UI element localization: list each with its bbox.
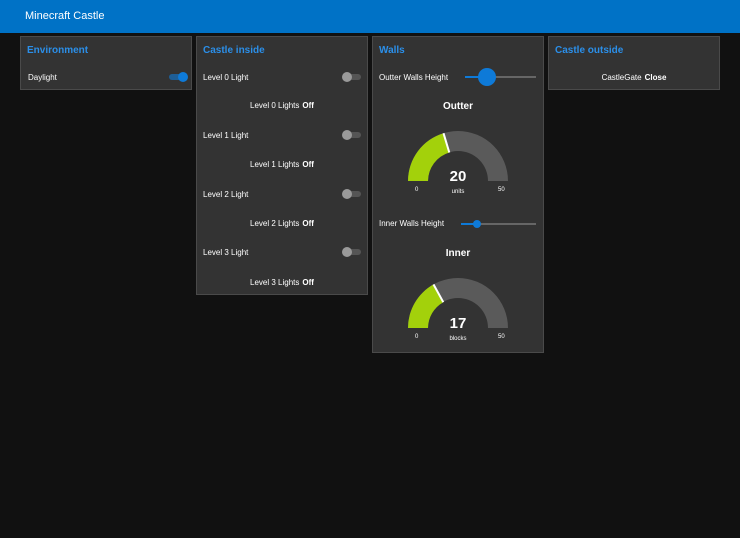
castle-outside-title: Castle outside [555,45,624,56]
level-3-light-switch[interactable] [342,247,361,257]
gauge-min: 0 [415,187,419,193]
switch-knob [342,189,352,199]
outer-walls-height-label: Outter Walls Height [379,73,449,82]
gauge-unit: units [451,189,465,195]
environment-card: Environment Daylight [20,36,192,90]
castle-inside-title: Castle inside [203,45,265,56]
gauge-title: Inner [445,248,471,259]
status-label: Level 2 Lights [250,219,300,228]
inner-walls-height-slider[interactable] [461,220,536,228]
level-2-light-label: Level 2 Light [203,190,249,199]
level-3-lights-status: Level 3 Lights Off [197,278,367,287]
slider-thumb[interactable] [478,68,496,86]
status-value: Close [644,73,667,82]
switch-knob [342,72,352,82]
walls-title: Walls [379,45,405,56]
status-label: Level 0 Lights [250,101,300,110]
gauge-title: Outter [443,101,473,112]
status-value: Off [302,160,314,169]
level-3-light-label: Level 3 Light [203,248,249,257]
daylight-switch[interactable] [169,72,188,82]
switch-knob [178,72,188,82]
switch-knob [342,130,352,140]
level-0-light-label: Level 0 Light [203,73,249,82]
gauge-unit: blocks [449,336,467,342]
inner-walls-gauge: Inner 17 blocks 0 50 [373,244,543,344]
app-title: Minecraft Castle [25,10,105,22]
level-1-light-label: Level 1 Light [203,131,249,140]
status-label: Level 1 Lights [250,160,300,169]
gauge-max: 50 [498,187,505,193]
castle-outside-card: Castle outside CastleGate Close [548,36,720,90]
level-0-light-switch[interactable] [342,72,361,82]
status-value: Off [302,278,314,287]
gauge-value: 20 [449,168,467,185]
status-value: Off [302,219,314,228]
inner-walls-height-label: Inner Walls Height [379,219,445,228]
walls-card: Walls Outter Walls Height Outter 20 unit… [372,36,544,353]
daylight-label: Daylight [28,73,57,82]
environment-title: Environment [27,45,89,56]
app-header: Minecraft Castle [0,0,740,33]
castle-inside-card: Castle inside Level 0 Light Level 0 Ligh… [196,36,368,295]
status-label: Level 3 Lights [250,278,300,287]
gauge-max: 50 [498,334,505,340]
level-1-light-switch[interactable] [342,130,361,140]
level-0-lights-status: Level 0 Lights Off [197,101,367,110]
gauge-value: 17 [449,315,467,332]
outer-walls-height-slider[interactable] [465,68,536,86]
slider-thumb[interactable] [473,220,481,228]
level-2-lights-status: Level 2 Lights Off [197,219,367,228]
status-value: Off [302,101,314,110]
castle-gate-status: CastleGate Close [549,73,719,82]
status-label: CastleGate [601,73,642,82]
outer-walls-gauge: Outter 20 units 0 50 [373,97,543,197]
switch-knob [342,247,352,257]
level-1-lights-status: Level 1 Lights Off [197,160,367,169]
gauge-min: 0 [415,334,419,340]
level-2-light-switch[interactable] [342,189,361,199]
